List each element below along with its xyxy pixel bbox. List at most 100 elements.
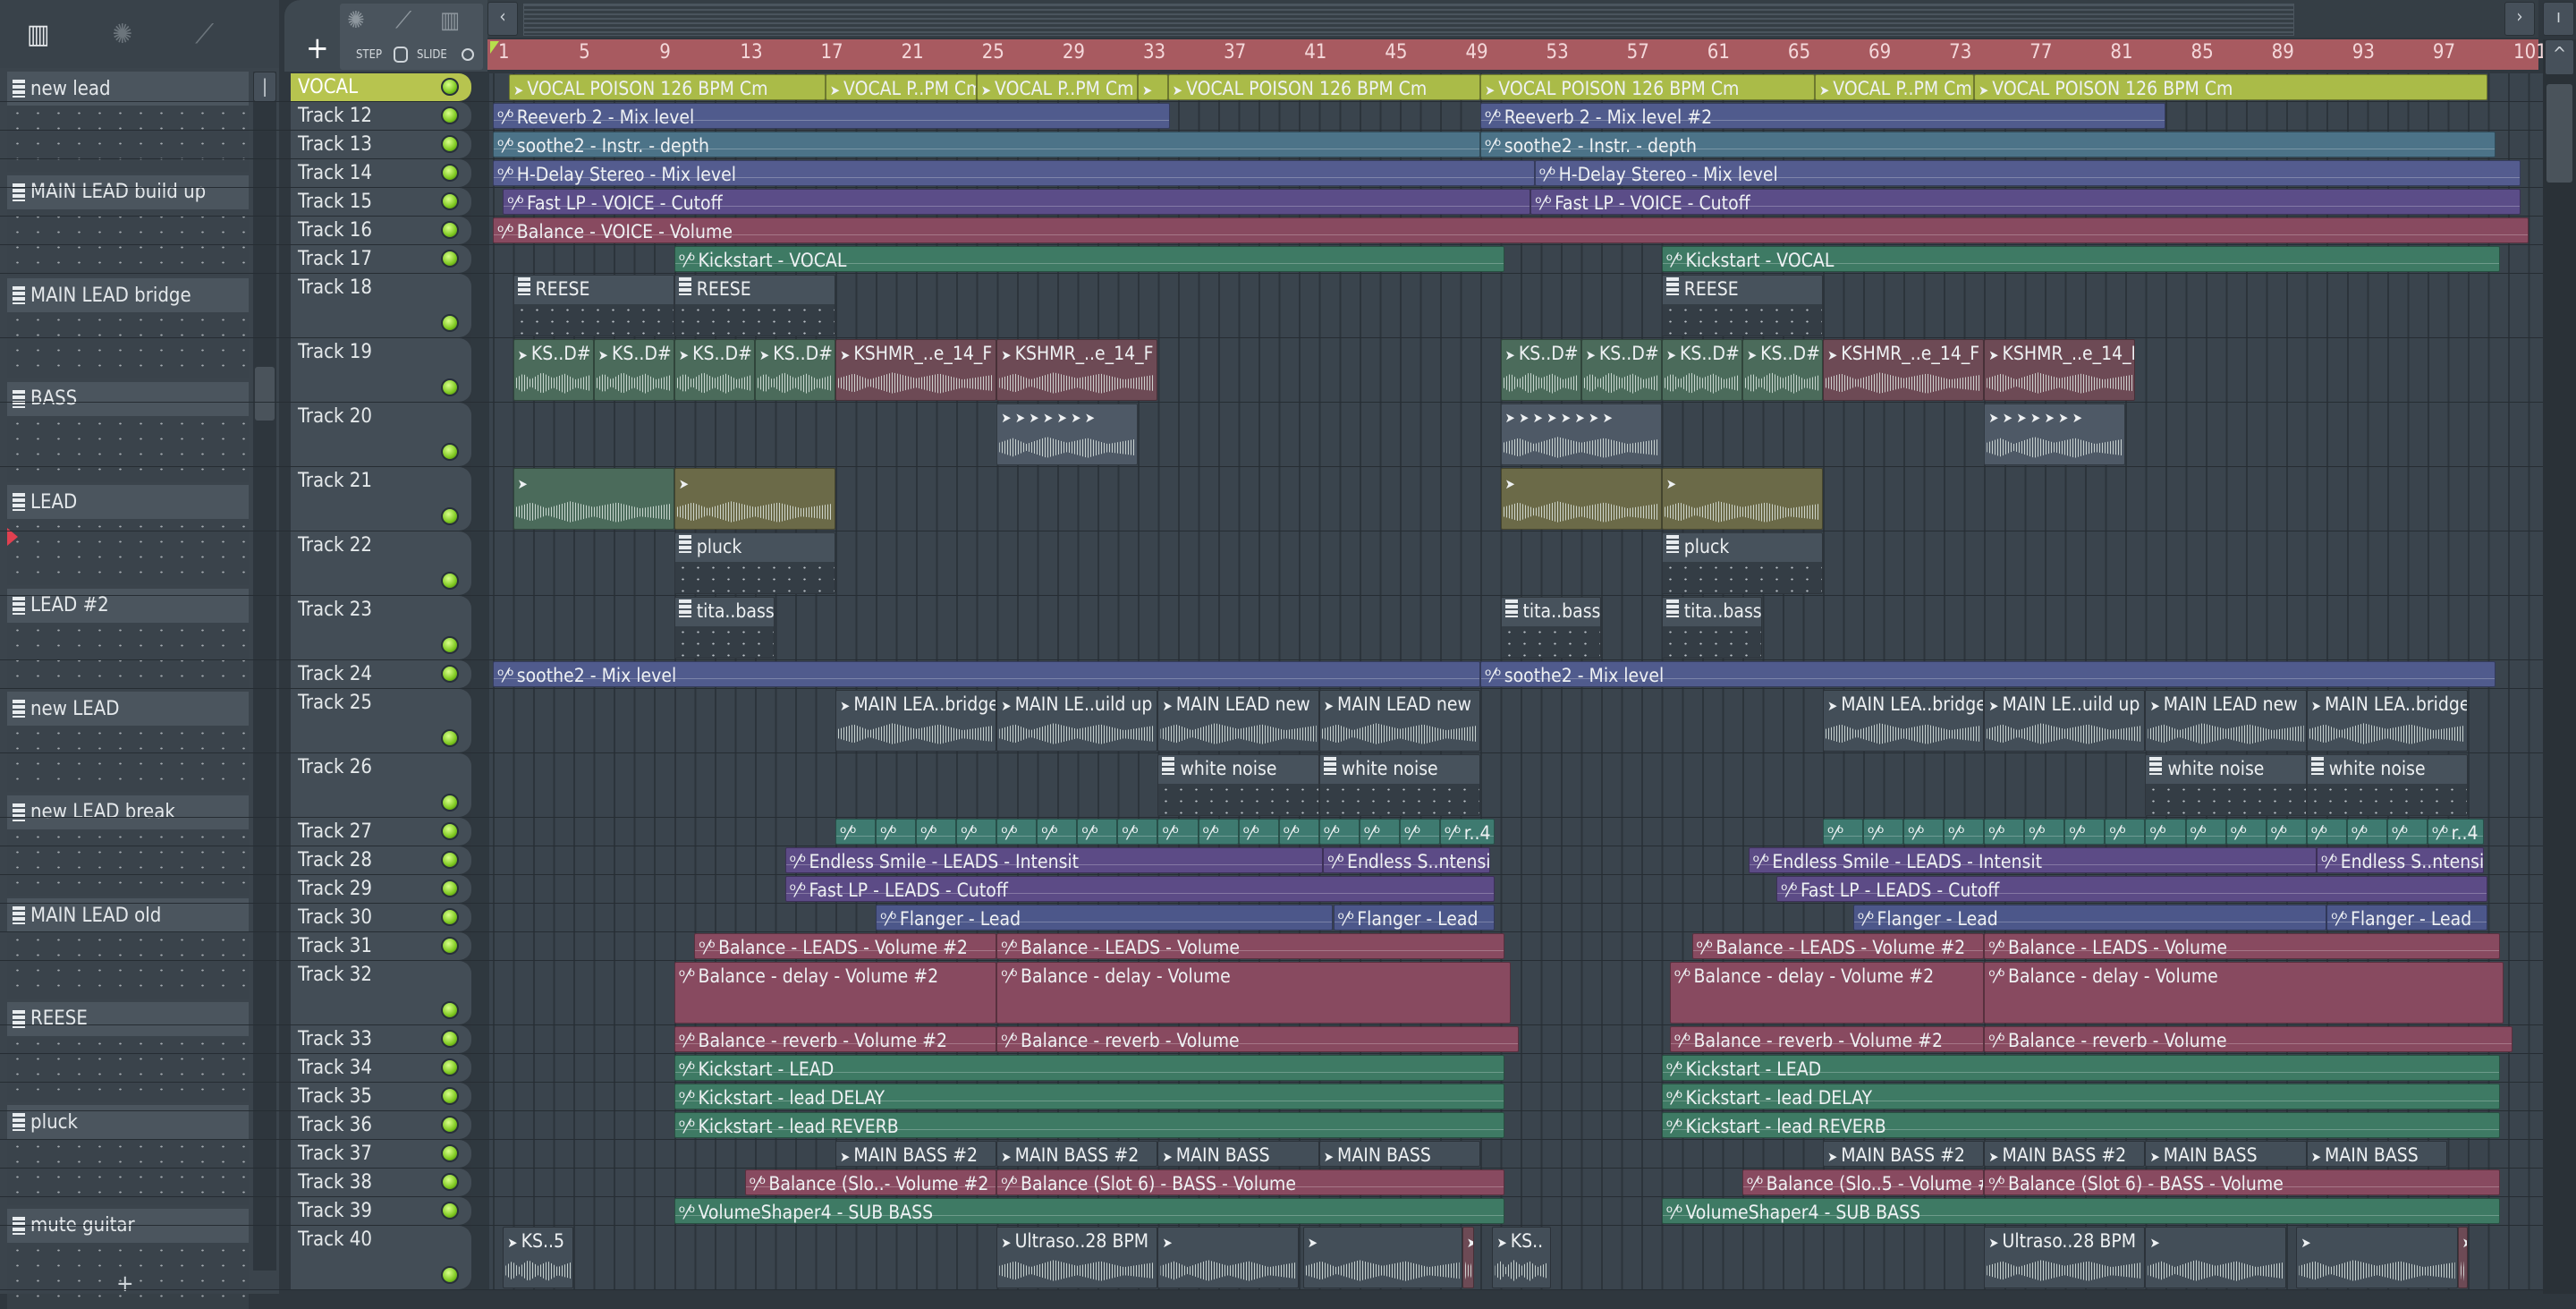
playlist-clip[interactable]: ᵒ⁄ᵒ <box>2105 819 2146 845</box>
playlist-clip[interactable]: ➤ MAIN LEA..bridge <box>2306 690 2468 752</box>
track-lock-column[interactable] <box>471 932 489 960</box>
playlist-clip[interactable]: ᵒ⁄ᵒ Balance - VOICE - Volume <box>493 217 2529 243</box>
playlist-clip[interactable]: ᵒ⁄ᵒ H-Delay Stereo - Mix level <box>493 160 1535 186</box>
playlist-clip[interactable]: ➤ KS..D# <box>1661 339 1742 401</box>
playlist-clip[interactable]: ➤ VOCAL P..PM Cm <box>825 74 977 100</box>
scrollbar-thumb[interactable] <box>2546 84 2572 183</box>
track-lock-column[interactable] <box>471 904 489 931</box>
playlist-clip[interactable]: ➤ VOCAL POISON 126 BPM Cm <box>1973 74 2488 100</box>
track-header[interactable]: Track 25 <box>291 689 471 752</box>
track-lock-column[interactable] <box>471 818 489 846</box>
playlist-clip[interactable]: ➤ MAIN BASS <box>2306 1141 2448 1167</box>
playlist-clip[interactable]: ᵒ⁄ᵒ <box>2306 819 2347 845</box>
track-lock-column[interactable] <box>471 403 489 466</box>
track-lane[interactable]: ᵒ⁄ᵒ Balance (Slo..- Volume #2 ᵒ⁄ᵒ Balance (… <box>489 1169 2543 1196</box>
playlist-clip[interactable]: ➤ MAIN BASS <box>1157 1141 1319 1167</box>
playlist-clip[interactable]: ᵒ⁄ᵒ <box>2145 819 2186 845</box>
pattern-clip-icon[interactable]: ▥ <box>440 7 460 34</box>
track-lane[interactable]: ᵒ⁄ᵒ Balance - LEADS - Volume #2 ᵒ⁄ᵒ Balance… <box>489 932 2543 960</box>
track-lock-column[interactable] <box>471 1111 489 1139</box>
track-lock-column[interactable] <box>471 875 489 903</box>
playlist-clip[interactable]: ➤ <box>513 468 674 530</box>
playlist-clip[interactable]: ➤ MAIN LEAD new <box>2145 690 2307 752</box>
playlist-clip[interactable]: ➤ ➤ ➤ ➤ ➤ ➤ ➤ <box>996 404 1138 465</box>
track-header[interactable]: Track 35 <box>291 1083 471 1110</box>
track-lane[interactable]: ➤ MAIN BASS #2 ➤ MAIN BASS #2 ➤ MAIN BASS ➤ MAI… <box>489 1140 2543 1168</box>
track-mute-led[interactable] <box>441 937 459 955</box>
playlist-clip[interactable]: ➤ <box>674 468 835 530</box>
track-lane[interactable]: ➤KS..5➤Ultraso..28 BPM➤➤➤➤KS..➤Ultraso..… <box>489 1226 2543 1289</box>
playlist-clip[interactable]: ➤ <box>1661 468 1823 530</box>
playlist-clip[interactable]: ᵒ⁄ᵒ Reeverb 2 - Mix level #2 <box>1479 103 2165 129</box>
playlist-clip[interactable]: REESE <box>513 275 674 336</box>
track-mute-led[interactable] <box>441 1202 459 1220</box>
track-lane[interactable]: ᵒ⁄ᵒ Balance - reverb - Volume #2 ᵒ⁄ᵒ Balanc… <box>489 1025 2543 1053</box>
playlist-clip[interactable]: ᵒ⁄ᵒ <box>956 819 997 845</box>
track-lock-column[interactable] <box>471 274 489 337</box>
playlist-clip[interactable]: ᵒ⁄ᵒ <box>1198 819 1239 845</box>
playlist-clip[interactable]: ➤ VOCAL POISON 126 BPM Cm <box>1479 74 1815 100</box>
playlist-clip[interactable]: ᵒ⁄ᵒ <box>1278 819 1319 845</box>
track-lane[interactable]: ᵒ⁄ᵒ Kickstart - lead DELAY ᵒ⁄ᵒ Kickstart - … <box>489 1083 2543 1110</box>
track-lane[interactable]: ➤ KS..D# ➤ KS..D# ➤ KS..D# ➤ KS..D# ➤ KSHMR_..e_1… <box>489 338 2543 402</box>
playlist-clip[interactable]: ➤ MAIN LE..uild up <box>996 690 1158 752</box>
track-header[interactable]: Track 28 <box>291 846 471 874</box>
playlist-clip[interactable]: ➤ <box>1462 1227 1475 1288</box>
track-header[interactable]: Track 36 <box>291 1111 471 1139</box>
track-header[interactable]: Track 33 <box>291 1025 471 1053</box>
playlist-clip[interactable]: ᵒ⁄ᵒ Kickstart - LEAD <box>1661 1055 2500 1081</box>
playlist-clip[interactable]: ᵒ⁄ᵒ Balance - LEADS - Volume #2 <box>1691 933 1985 959</box>
track-lane[interactable]: ➤ MAIN LEA..bridge ➤ MAIN LE..uild up ➤ MAIN … <box>489 689 2543 752</box>
playlist-clip[interactable]: ᵒ⁄ᵒ Kickstart - VOCAL <box>1661 246 2500 272</box>
playlist-clip[interactable]: ᵒ⁄ᵒ Balance - delay - Volume <box>1984 962 2504 1024</box>
playlist-clip[interactable]: ᵒ⁄ᵒ Balance - reverb - Volume <box>996 1026 1519 1052</box>
track-lane[interactable]: ➤ ➤ ➤ ➤ <box>489 467 2543 531</box>
playlist-clip[interactable]: ➤ KSHMR_..e_14_F <box>835 339 997 401</box>
track-mute-led[interactable] <box>441 1116 459 1134</box>
playlist-clip[interactable]: ᵒ⁄ᵒ <box>1318 819 1360 845</box>
track-header[interactable]: Track 30 <box>291 904 471 931</box>
track-lock-column[interactable] <box>471 131 489 158</box>
playlist-clip[interactable]: ➤ <box>2145 1227 2287 1288</box>
track-lane[interactable]: ᵒ⁄ᵒ H-Delay Stereo - Mix level ᵒ⁄ᵒ H-Delay … <box>489 159 2543 187</box>
playlist-clip[interactable]: ➤ KS..D# <box>1741 339 1823 401</box>
playlist-clip[interactable]: ➤ <box>1302 1227 1462 1288</box>
playlist-clip[interactable]: ➤ KSHMR_..e_14_F <box>996 339 1158 401</box>
playlist-clip[interactable]: ➤ VOCAL P..PM Cm <box>1814 74 1974 100</box>
playlist-clip[interactable]: ➤ <box>1500 468 1662 530</box>
automation-clip-icon[interactable]: ⟋ <box>395 7 411 35</box>
playlist-clip[interactable]: ᵒ⁄ᵒ Balance (Slot 6) - BASS - Volume <box>1984 1169 2500 1195</box>
track-lane[interactable]: ᵒ⁄ᵒ soothe2 - Mix level ᵒ⁄ᵒ soothe2 - Mix l… <box>489 660 2543 688</box>
add-track-button[interactable]: + <box>306 30 329 66</box>
playlist-clip[interactable]: tita..bass <box>1500 597 1602 659</box>
playlist-clip[interactable]: ᵒ⁄ᵒ <box>1863 819 1904 845</box>
track-mute-led[interactable] <box>441 443 459 461</box>
playlist-clip[interactable]: ➤ KS..D# <box>593 339 674 401</box>
playlist-clip[interactable]: ᵒ⁄ᵒ <box>1117 819 1158 845</box>
track-lock-column[interactable] <box>471 102 489 130</box>
track-lock-column[interactable] <box>471 531 489 595</box>
track-header[interactable]: Track 18 <box>291 274 471 337</box>
track-header[interactable]: Track 14 <box>291 159 471 187</box>
scroll-up-button[interactable]: ^ <box>2545 39 2574 75</box>
track-mute-led[interactable] <box>441 636 459 654</box>
track-lane[interactable]: ᵒ⁄ᵒ Kickstart - LEAD ᵒ⁄ᵒ Kickstart - LEAD <box>489 1054 2543 1082</box>
playlist-clip[interactable]: ᵒ⁄ᵒ <box>1157 819 1199 845</box>
playlist-clip[interactable]: ᵒ⁄ᵒ <box>2024 819 2065 845</box>
track-mute-led[interactable] <box>441 106 459 124</box>
timeline-ruler[interactable]: 1 5 9 13 17 21 25 29 33 37 41 45 49 53 57 61 65 69 73 77 81 8… <box>487 39 2547 70</box>
track-lane[interactable]: ᵒ⁄ᵒ ᵒ⁄ᵒ ᵒ⁄ᵒ ᵒ⁄ᵒ ᵒ⁄ᵒ ᵒ⁄ᵒ ᵒ⁄ᵒ ᵒ⁄ᵒ ᵒ⁄ᵒ ᵒ⁄ᵒ ᵒ⁄ᵒ ᵒ⁄ᵒ ᵒ⁄ᵒ ᵒ… <box>489 818 2543 846</box>
playlist-clip[interactable]: white noise <box>1157 754 1319 816</box>
track-header[interactable]: Track 22 <box>291 531 471 595</box>
track-lock-column[interactable] <box>471 1169 489 1196</box>
track-header[interactable]: Track 26 <box>291 753 471 817</box>
track-lock-column[interactable] <box>471 1197 489 1225</box>
playlist-clip[interactable]: ᵒ⁄ᵒ Balance - delay - Volume <box>996 962 1511 1024</box>
track-mute-led[interactable] <box>441 1144 459 1162</box>
playlist-clip[interactable]: ᵒ⁄ᵒ VolumeShaper4 - SUB BASS <box>1661 1198 2500 1224</box>
track-mute-led[interactable] <box>441 794 459 812</box>
track-mute-led[interactable] <box>441 1087 459 1105</box>
track-lock-column[interactable] <box>471 467 489 531</box>
track-lane[interactable]: ᵒ⁄ᵒ Fast LP - VOICE - Cutoff ᵒ⁄ᵒ Fast LP - … <box>489 188 2543 216</box>
playlist-clip[interactable]: REESE <box>1661 275 1823 336</box>
